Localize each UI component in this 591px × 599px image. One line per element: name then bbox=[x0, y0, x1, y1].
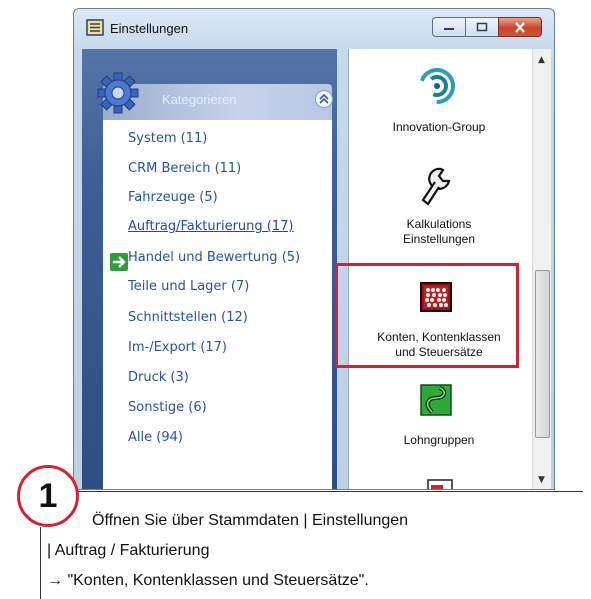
close-button[interactable] bbox=[498, 17, 542, 37]
scrollbar-thumb[interactable] bbox=[535, 270, 550, 438]
arrow-right-icon bbox=[110, 253, 128, 271]
scroll-down-icon[interactable]: ▼ bbox=[538, 475, 545, 485]
step-badge: 1 bbox=[17, 465, 79, 527]
module-innovation-group-label[interactable]: Innovation-Group bbox=[349, 120, 529, 135]
title-bar[interactable]: Einstellungen bbox=[74, 9, 554, 47]
window-controls bbox=[432, 17, 542, 37]
minimize-icon bbox=[444, 28, 454, 30]
minimize-button[interactable] bbox=[432, 17, 466, 37]
category-fahrzeuge[interactable]: Fahrzeuge (5) bbox=[128, 190, 218, 205]
module-kalkulations-line1: Kalkulations bbox=[406, 217, 472, 231]
instruction-line-1: Öffnen Sie über Stammdaten | Einstellung… bbox=[92, 512, 409, 529]
category-schnittstellen[interactable]: Schnittstellen (12) bbox=[128, 310, 248, 325]
collapse-button[interactable] bbox=[315, 90, 333, 108]
maximize-icon bbox=[476, 22, 488, 32]
highlight-box bbox=[335, 263, 519, 368]
document-icon[interactable] bbox=[427, 479, 453, 490]
settings-window: Einstellungen Kategorieren System (11) C… bbox=[73, 8, 555, 490]
category-system[interactable]: System (11) bbox=[128, 131, 207, 146]
close-icon bbox=[515, 21, 525, 33]
double-chevron-up-icon bbox=[319, 94, 329, 104]
category-handel-bewertung[interactable]: Handel und Bewertung (5) bbox=[128, 250, 300, 265]
scroll-up-icon[interactable]: ▲ bbox=[538, 55, 545, 65]
category-teile-lager[interactable]: Teile und Lager (7) bbox=[128, 279, 249, 294]
instruction-line-3: → "Konten, Kontenklassen und Steuersätze… bbox=[47, 572, 369, 589]
lohngruppen-icon[interactable] bbox=[420, 384, 452, 416]
category-alle[interactable]: Alle (94) bbox=[128, 430, 183, 445]
gear-icon bbox=[97, 72, 139, 114]
module-lohngruppen-label[interactable]: Lohngruppen bbox=[349, 433, 529, 448]
category-druck[interactable]: Druck (3) bbox=[128, 370, 189, 385]
step-number: 1 bbox=[38, 476, 58, 515]
window-title: Einstellungen bbox=[110, 21, 189, 36]
module-scrollbar[interactable]: ▲ ▼ bbox=[532, 49, 551, 489]
category-pane: Kategorieren System (11) CRM Bereich (11… bbox=[82, 49, 337, 489]
category-title: Kategorieren bbox=[162, 92, 237, 107]
category-sonstige[interactable]: Sonstige (6) bbox=[128, 400, 207, 415]
category-crm-bereich[interactable]: CRM Bereich (11) bbox=[128, 161, 241, 176]
maximize-button[interactable] bbox=[465, 17, 499, 37]
annotation-leader-line bbox=[40, 527, 41, 599]
category-im-export[interactable]: Im-/Export (17) bbox=[128, 340, 227, 355]
annotation-divider bbox=[78, 491, 583, 492]
settings-list-icon bbox=[86, 19, 104, 36]
category-auftrag-fakturierung[interactable]: Auftrag/Fakturierung (17) bbox=[128, 219, 293, 234]
wrench-icon[interactable] bbox=[419, 166, 453, 206]
module-kalkulations-line2: Einstellungen bbox=[402, 232, 476, 246]
instruction-line-2: | Auftrag / Fakturierung bbox=[47, 542, 210, 559]
innovation-group-logo[interactable] bbox=[419, 68, 455, 104]
module-kalkulations-label[interactable]: Kalkulations Einstellungen bbox=[349, 217, 529, 247]
